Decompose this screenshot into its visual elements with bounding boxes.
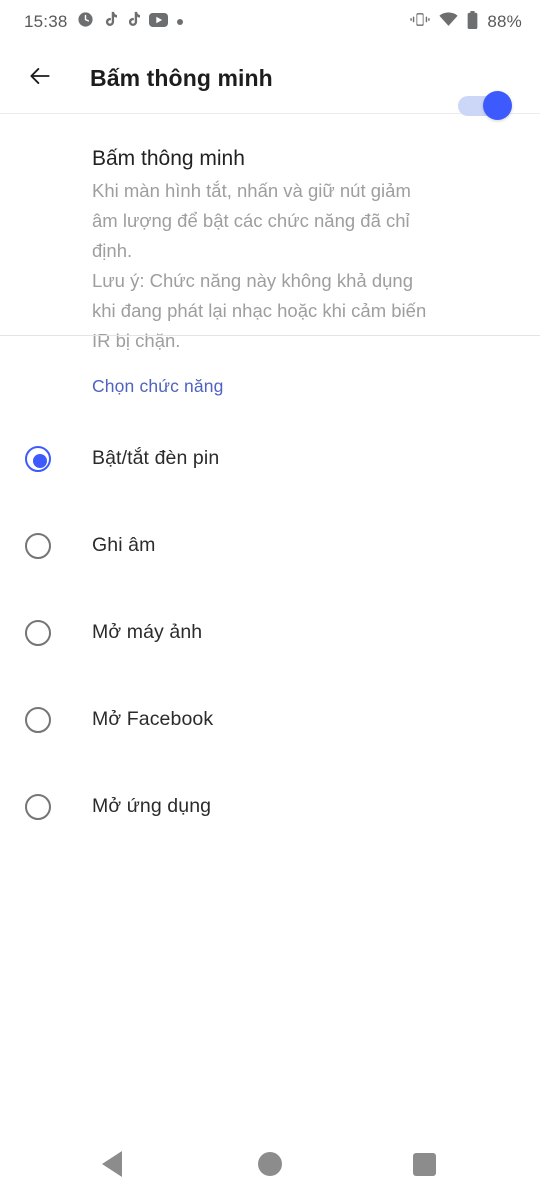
option-row-open-facebook[interactable]: Mở Facebook: [0, 676, 540, 763]
section-header-choose-function: Chọn chức năng: [92, 376, 224, 396]
battery-percent-label: 88%: [487, 12, 522, 31]
status-bar-right: 88%: [410, 10, 522, 34]
tiktok-icon: [103, 11, 117, 33]
radio-inner-dot: [33, 802, 47, 816]
option-label: Bật/tắt đèn pin: [92, 447, 220, 469]
page-title: Bấm thông minh: [90, 65, 273, 91]
radio-inner-dot: [33, 715, 47, 729]
battery-icon: [467, 10, 478, 34]
section-divider: [0, 335, 540, 336]
function-options-list: Bật/tắt đèn pin Ghi âm Mở máy ảnh Mở Fac…: [0, 415, 540, 850]
radio-button[interactable]: [25, 532, 51, 559]
wifi-icon: [439, 12, 458, 32]
radio-inner-dot: [33, 628, 47, 642]
nav-back-button[interactable]: [84, 1136, 140, 1192]
option-label: Ghi âm: [92, 534, 156, 556]
option-label: Mở Facebook: [92, 708, 214, 730]
radio-inner-dot: [33, 453, 47, 468]
smart-press-text-block: Bấm thông minh Khi màn hình tắt, nhấn và…: [92, 144, 432, 356]
clock-icon: [77, 11, 94, 33]
circle-home-icon: [258, 1152, 282, 1176]
back-arrow-button[interactable]: [12, 51, 68, 107]
toggle-thumb: [483, 91, 512, 120]
option-row-open-camera[interactable]: Mở máy ảnh: [0, 589, 540, 676]
smart-press-toggle[interactable]: [458, 88, 516, 124]
radio-button[interactable]: [25, 619, 51, 646]
tiktok-icon: [126, 11, 140, 33]
status-time: 15:38: [24, 12, 68, 31]
youtube-icon: [148, 12, 168, 32]
smart-press-master-row[interactable]: Bấm thông minh Khi màn hình tắt, nhấn và…: [0, 128, 540, 376]
nav-recents-button[interactable]: [396, 1136, 452, 1192]
triangle-back-icon: [102, 1151, 122, 1177]
option-label: Mở ứng dụng: [92, 795, 212, 817]
notification-dot-icon: [176, 19, 183, 25]
radio-button[interactable]: [25, 793, 51, 820]
option-row-record-audio[interactable]: Ghi âm: [0, 502, 540, 589]
arrow-left-icon: [27, 63, 53, 94]
phone-screen: 15:38 88% Bấm thông minh Bấm thông minh …: [0, 0, 540, 1200]
option-row-flashlight[interactable]: Bật/tắt đèn pin: [0, 415, 540, 502]
option-row-open-app[interactable]: Mở ứng dụng: [0, 763, 540, 850]
vibrate-icon: [410, 11, 431, 33]
smart-press-description: Khi màn hình tắt, nhấn và giữ nút giảm â…: [92, 180, 427, 351]
status-bar-left: 15:38: [24, 11, 183, 33]
status-bar: 15:38 88%: [0, 0, 540, 44]
square-recents-icon: [412, 1152, 436, 1176]
nav-home-button[interactable]: [242, 1136, 298, 1192]
radio-button[interactable]: [25, 706, 51, 733]
radio-inner-dot: [33, 541, 47, 555]
smart-press-title: Bấm thông minh: [92, 147, 245, 170]
option-label: Mở máy ảnh: [92, 621, 203, 643]
android-navigation-bar: [0, 1128, 540, 1200]
radio-button[interactable]: [25, 445, 51, 472]
